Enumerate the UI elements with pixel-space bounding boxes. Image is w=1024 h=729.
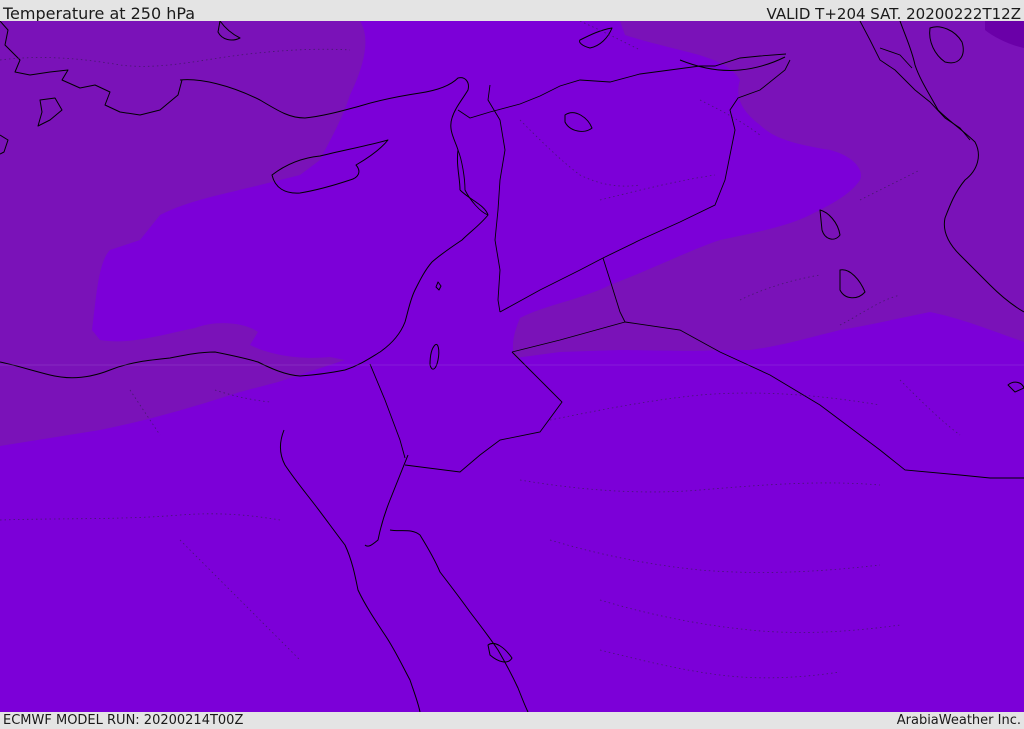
footer-bar: ECMWF MODEL RUN: 20200214T00Z ArabiaWeat…	[0, 712, 1024, 729]
header-bar: Temperature at 250 hPa VALID T+204 SAT. …	[0, 0, 1024, 23]
model-run-label: ECMWF MODEL RUN: 20200214T00Z	[3, 713, 244, 728]
credit-label: ArabiaWeather Inc.	[896, 713, 1021, 728]
weather-map	[0, 21, 1024, 712]
